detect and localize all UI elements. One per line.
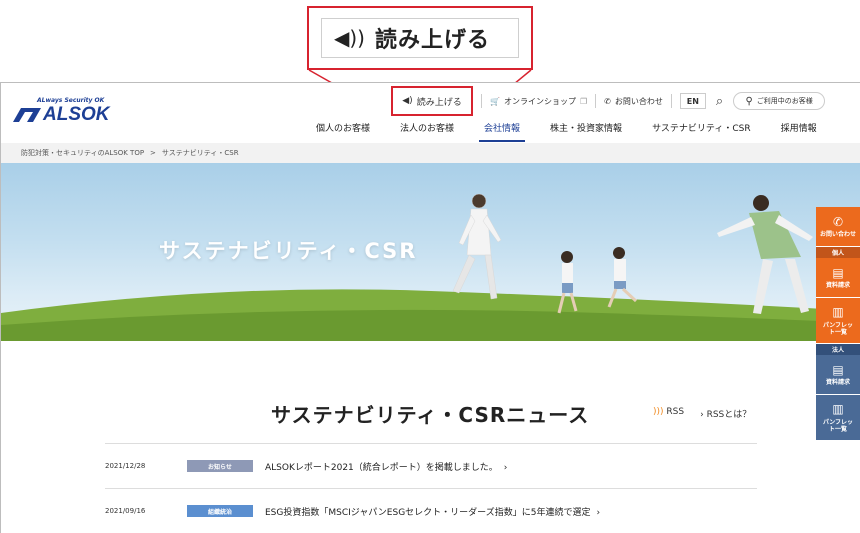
breadcrumb-home[interactable]: 防犯対策・セキュリティのALSOK TOP bbox=[21, 148, 144, 158]
chevron-right-icon: › bbox=[700, 410, 704, 420]
search-icon[interactable]: ⌕ bbox=[716, 94, 723, 109]
divider bbox=[481, 94, 482, 108]
rss-icon: ))) bbox=[653, 407, 664, 417]
side-corp-docs-label: 資料請求 bbox=[825, 379, 850, 387]
news-link[interactable]: ESG投資指数「MSCIジャパンESGセレクト・リーダーズ指数」に5年連続で選定… bbox=[265, 505, 600, 518]
news-section-title: サステナビリティ・CSRニュース bbox=[271, 403, 590, 427]
read-aloud-zoom: ◀)) 読み上げる bbox=[321, 18, 519, 58]
nav-company-info[interactable]: 会社情報 bbox=[469, 121, 535, 142]
side-contact-label: お問い合わせ bbox=[819, 231, 856, 239]
alsok-logo[interactable]: ALways Security OK ALSOK bbox=[13, 97, 133, 129]
side-personal-heading: 個人 bbox=[816, 247, 860, 258]
pamphlet-icon: ▥ bbox=[832, 402, 844, 417]
chevron-right-icon: › bbox=[596, 507, 601, 518]
news-date: 2021/12/28 bbox=[105, 462, 146, 470]
hero-family-illustration bbox=[1, 193, 860, 341]
side-contact-button[interactable]: ✆ お問い合わせ bbox=[816, 207, 860, 247]
logo-mark-icon bbox=[13, 108, 41, 122]
hero-title: サステナビリティ・CSR bbox=[159, 239, 418, 263]
news-headline: ALSOKレポート2021（統合レポート）を掲載しました。 bbox=[265, 462, 498, 473]
rss-links: ))) RSS › RSSとは？ bbox=[653, 407, 751, 420]
rss-about-link[interactable]: › RSSとは？ bbox=[700, 407, 751, 420]
phone-icon: ✆ bbox=[604, 96, 611, 106]
phone-icon: ✆ bbox=[832, 214, 844, 229]
member-button[interactable]: ⚲ ご利用中のお客様 bbox=[733, 92, 826, 110]
member-label: ご利用中のお客様 bbox=[756, 97, 813, 105]
rss-about-label: RSSとは？ bbox=[706, 410, 752, 420]
side-corp-pamphlet-label: パンフレット一覧 bbox=[822, 418, 854, 433]
news-category-badge: お知らせ bbox=[187, 460, 253, 472]
side-personal-pamphlet-button[interactable]: ▥ パンフレット一覧 bbox=[816, 298, 860, 344]
speaker-icon: ◀)) bbox=[334, 26, 365, 50]
side-personal-docs-button[interactable]: ▤ 資料請求 bbox=[816, 258, 860, 298]
divider bbox=[670, 94, 672, 108]
chevron-right-icon: › bbox=[503, 462, 508, 473]
rss-link[interactable]: ))) RSS bbox=[653, 407, 684, 420]
nav-corporate[interactable]: 法人のお客様 bbox=[385, 121, 469, 142]
external-link-icon: ❐ bbox=[579, 96, 588, 106]
online-shop-link[interactable]: 🛒 オンラインショップ ❐ bbox=[490, 96, 587, 107]
read-aloud-callout: ◀)) 読み上げる bbox=[307, 6, 533, 70]
side-corporate-heading: 法人 bbox=[816, 344, 860, 355]
nav-investors[interactable]: 株主・投資家情報 bbox=[535, 121, 637, 142]
breadcrumb: 防犯対策・セキュリティのALSOK TOP > サステナビリティ・CSR bbox=[1, 143, 860, 163]
side-corp-docs-button[interactable]: ▤ 資料請求 bbox=[816, 355, 860, 395]
breadcrumb-separator: > bbox=[150, 149, 156, 157]
nav-recruit[interactable]: 採用情報 bbox=[766, 121, 832, 142]
read-aloud-label: 読み上げる bbox=[416, 97, 462, 108]
rss-label: RSS bbox=[666, 407, 685, 417]
news-category-badge: 組織統治 bbox=[187, 505, 253, 517]
news-row[interactable]: 2021/12/28 お知らせ ALSOKレポート2021（統合レポート）を掲載… bbox=[105, 443, 757, 488]
read-aloud-zoom-label: 読み上げる bbox=[375, 28, 491, 53]
global-nav: 個人のお客様 法人のお客様 会社情報 株主・投資家情報 サステナビリティ・CSR… bbox=[301, 121, 832, 142]
side-personal-pamphlet-label: パンフレット一覧 bbox=[822, 321, 854, 336]
nav-sustainability[interactable]: サステナビリティ・CSR bbox=[637, 121, 766, 142]
logo-wordmark: ALSOK bbox=[43, 104, 110, 125]
speaker-icon: ◀) bbox=[402, 96, 413, 106]
news-list: 2021/12/28 お知らせ ALSOKレポート2021（統合レポート）を掲載… bbox=[105, 443, 757, 533]
language-en-button[interactable]: EN bbox=[679, 93, 706, 109]
user-icon: ⚲ bbox=[745, 95, 753, 107]
contact-link[interactable]: ✆ お問い合わせ bbox=[604, 96, 663, 107]
news-link[interactable]: ALSOKレポート2021（統合レポート）を掲載しました。 › bbox=[265, 460, 507, 473]
contact-label: お問い合わせ bbox=[614, 96, 663, 106]
online-shop-label: オンラインショップ bbox=[503, 96, 576, 106]
document-icon: ▤ bbox=[832, 362, 844, 377]
document-icon: ▤ bbox=[832, 265, 844, 280]
news-date: 2021/09/16 bbox=[105, 507, 146, 515]
news-headline: ESG投資指数「MSCIジャパンESGセレクト・リーダーズ指数」に5年連続で選定 bbox=[265, 507, 591, 518]
side-corp-pamphlet-button[interactable]: ▥ パンフレット一覧 bbox=[816, 395, 860, 441]
breadcrumb-current: サステナビリティ・CSR bbox=[161, 149, 239, 157]
read-aloud-button[interactable]: ◀) 読み上げる bbox=[391, 86, 473, 116]
side-personal-docs-label: 資料請求 bbox=[825, 282, 850, 290]
logo-tagline: ALways Security OK bbox=[37, 97, 105, 104]
utility-bar: ◀) 読み上げる 🛒 オンラインショップ ❐ ✆ お問い合わせ EN ⌕ ⚲ ご… bbox=[391, 86, 826, 116]
pamphlet-icon: ▥ bbox=[832, 305, 844, 320]
cart-icon: 🛒 bbox=[490, 96, 500, 106]
hero-banner: サステナビリティ・CSR bbox=[1, 163, 860, 341]
side-floating-menu: ✆ お問い合わせ 個人 ▤ 資料請求 ▥ パンフレット一覧 法人 ▤ 資料請求 … bbox=[816, 207, 860, 441]
website-screenshot: ALways Security OK ALSOK ◀) 読み上げる 🛒 オンライ… bbox=[0, 82, 860, 533]
news-row[interactable]: 2021/09/16 組織統治 ESG投資指数「MSCIジャパンESGセレクト・… bbox=[105, 488, 757, 533]
nav-personal[interactable]: 個人のお客様 bbox=[301, 121, 385, 142]
divider bbox=[595, 94, 597, 108]
